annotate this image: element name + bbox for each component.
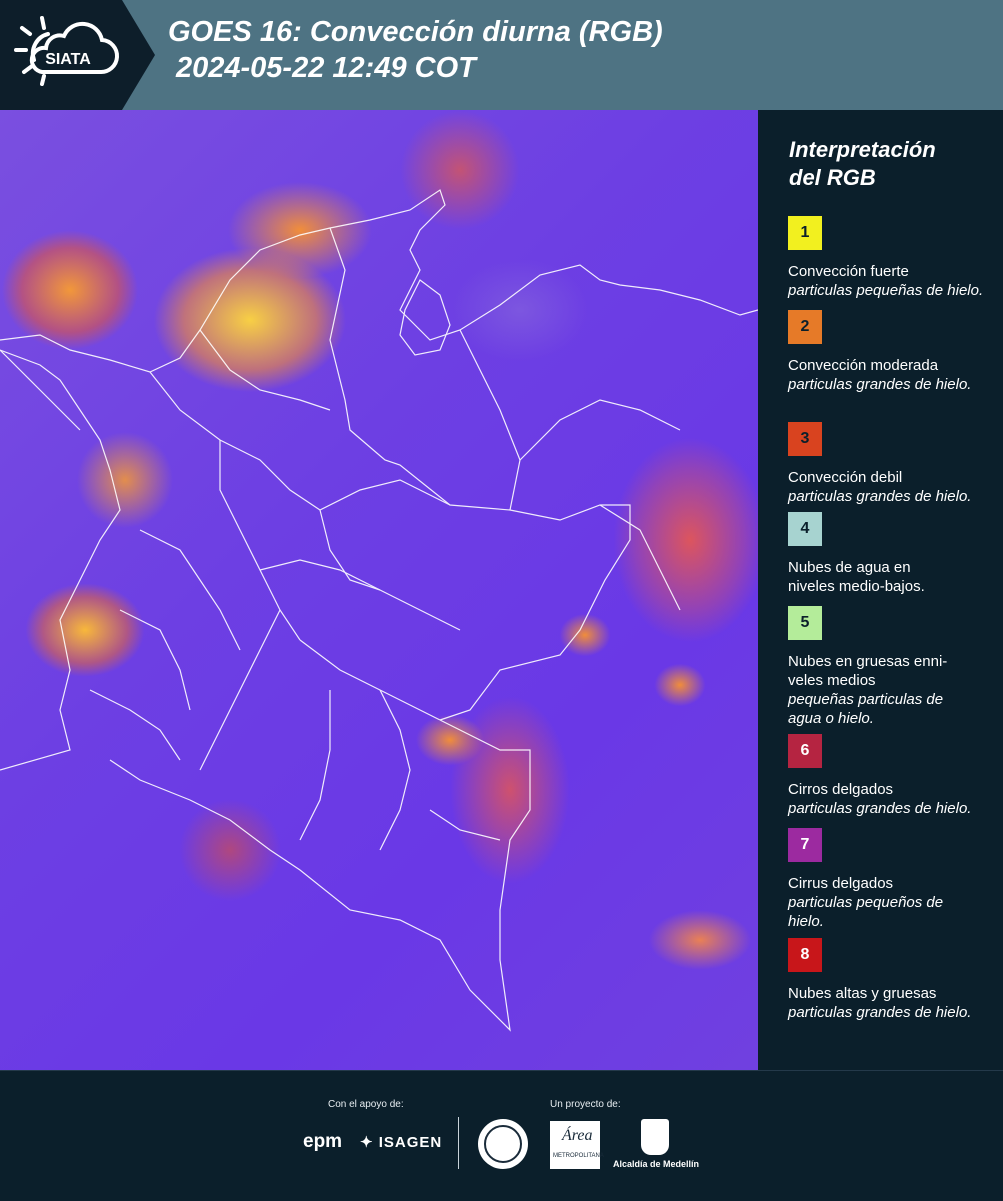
legend-sub-8: particulas grandes de hielo. <box>788 1004 972 1021</box>
legend-item-1: 1 Convección fuerte particulas pequeñas … <box>788 216 993 300</box>
legend-sub-1: particulas pequeñas de hielo. <box>788 282 984 299</box>
legend-item-5: 5 Nubes en gruesas enni-veles medios peq… <box>788 606 993 728</box>
legend-swatch-8: 8 <box>788 938 822 972</box>
legend-item-4: 4 Nubes de agua en niveles medio-bajos. <box>788 512 993 596</box>
svg-text:SIATA: SIATA <box>45 51 91 68</box>
footer: Con el apoyo de: Un proyecto de: epm ✦ I… <box>0 1070 1003 1201</box>
alcaldia-label: Alcaldía de Medellín <box>613 1159 700 1169</box>
legend-item-6: 6 Cirros delgados particulas grandes de … <box>788 734 993 818</box>
borders-overlay <box>0 189 758 1032</box>
legend-label-4: Nubes de agua en niveles medio-bajos. <box>788 559 925 595</box>
isagen-logo: ✦ ISAGEN <box>360 1134 443 1151</box>
legend-sub-2: particulas grandes de hielo. <box>788 376 972 393</box>
legend-swatch-1: 1 <box>788 216 822 250</box>
legend-swatch-7: 7 <box>788 828 822 862</box>
legend-swatch-6: 6 <box>788 734 822 768</box>
title-timestamp: 2024-05-22 12:49 COT <box>176 52 476 84</box>
footer-divider <box>458 1117 459 1169</box>
legend-panel: Interpretación del RGB 1 Convección fuer… <box>760 110 1003 1070</box>
legend-label-1: Convección fuerte <box>788 263 909 280</box>
legend-sub-7: particulas pequeños de hielo. <box>788 894 944 930</box>
legend-label-3: Convección debil <box>788 469 903 486</box>
legend-item-8: 8 Nubes altas y gruesas particulas grand… <box>788 938 993 1022</box>
medellin-seal-icon <box>478 1119 528 1169</box>
project-label: Un proyecto de: <box>550 1099 621 1110</box>
support-label: Con el apoyo de: <box>328 1099 404 1110</box>
legend-sub-5: pequeñas particulas de agua o hielo. <box>788 691 944 727</box>
title-line-1: GOES 16: Convección diurna (RGB) <box>168 16 663 48</box>
legend-label-6: Cirros delgados <box>788 781 894 798</box>
legend-swatch-4: 4 <box>788 512 822 546</box>
legend-item-7: 7 Cirrus delgados particulas pequeños de… <box>788 828 993 931</box>
legend-label-2: Convección moderada <box>788 357 939 374</box>
legend-label-5: Nubes en gruesas enni-veles medios <box>788 653 948 689</box>
alcaldia-shield-icon <box>641 1119 669 1155</box>
legend-label-8: Nubes altas y gruesas <box>788 985 937 1002</box>
legend-title: Interpretación del RGB <box>789 137 936 190</box>
legend-sub-3: particulas grandes de hielo. <box>788 488 972 505</box>
legend-item-3: 3 Convección debil particulas grandes de… <box>788 422 993 506</box>
legend-swatch-5: 5 <box>788 606 822 640</box>
area-metropolitana-logo: Área METROPOLITANA <box>550 1121 604 1169</box>
header-bar: SIATA GOES 16: Convección diurna (RGB) 2… <box>0 0 1003 110</box>
legend-label-7: Cirrus delgados <box>788 875 894 892</box>
legend-sub-6: particulas grandes de hielo. <box>788 800 972 817</box>
sun-cloud-icon: SIATA <box>14 16 119 86</box>
satellite-map[interactable] <box>0 110 758 1070</box>
page-title: GOES 16: Convección diurna (RGB) 2024-05… <box>168 14 663 86</box>
siata-logo: SIATA <box>0 0 155 110</box>
legend-swatch-3: 3 <box>788 422 822 456</box>
legend-swatch-2: 2 <box>788 310 822 344</box>
epm-logo: epm <box>303 1131 343 1152</box>
legend-item-2: 2 Convección moderada particulas grandes… <box>788 310 993 394</box>
